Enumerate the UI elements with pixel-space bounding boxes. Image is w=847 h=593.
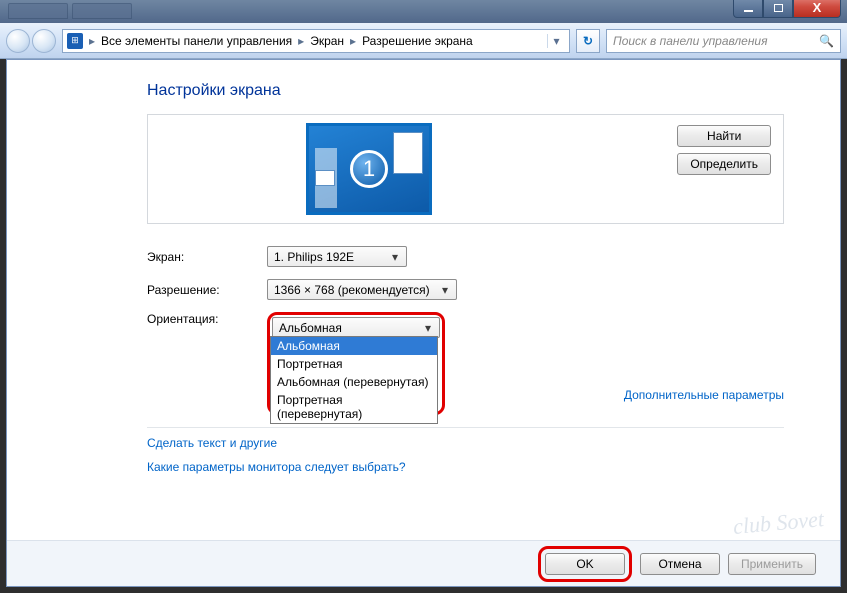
tab-ghost	[72, 3, 132, 19]
links-section: Дополнительные параметры Сделать текст и…	[147, 427, 784, 484]
close-button[interactable]: X	[793, 0, 841, 18]
detect-button[interactable]: Определить	[677, 153, 771, 175]
resolution-value: 1366 × 768 (рекомендуется)	[274, 283, 430, 297]
window-thumb-icon	[393, 132, 423, 174]
cancel-button[interactable]: Отмена	[640, 553, 720, 575]
control-panel-icon: ⊞	[67, 33, 83, 49]
apply-button[interactable]: Применить	[728, 553, 816, 575]
display-preview-panel: 1 Найти Определить	[147, 114, 784, 224]
resolution-label: Разрешение:	[147, 283, 267, 297]
chevron-down-icon: ▾	[388, 250, 402, 264]
dialog-footer: OK Отмена Применить	[7, 540, 840, 586]
ok-button[interactable]: OK	[545, 553, 625, 575]
breadcrumb-screen[interactable]: Экран	[310, 34, 344, 48]
chevron-right-icon: ▸	[87, 34, 97, 48]
address-bar[interactable]: ⊞ ▸ Все элементы панели управления ▸ Экр…	[62, 29, 570, 53]
display-select[interactable]: 1. Philips 192E ▾	[267, 246, 407, 267]
nav-buttons	[6, 29, 56, 53]
window-titlebar	[0, 0, 847, 23]
chevron-right-icon: ▸	[296, 34, 306, 48]
minimize-button[interactable]	[733, 0, 763, 18]
chevron-right-icon: ▸	[348, 34, 358, 48]
breadcrumb-root[interactable]: Все элементы панели управления	[101, 34, 292, 48]
advanced-settings-link[interactable]: Дополнительные параметры	[624, 388, 784, 402]
resolution-select[interactable]: 1366 × 768 (рекомендуется) ▾	[267, 279, 457, 300]
search-input[interactable]: Поиск в панели управления 🔍	[606, 29, 841, 53]
ok-highlight: OK	[538, 546, 632, 582]
orientation-option[interactable]: Портретная (перевернутая)	[271, 391, 437, 423]
orientation-dropdown: Альбомная Портретная Альбомная (переверн…	[270, 336, 438, 424]
search-placeholder: Поиск в панели управления	[613, 34, 768, 48]
orientation-select[interactable]: Альбомная ▾	[272, 317, 440, 338]
orientation-value: Альбомная	[279, 321, 342, 335]
orientation-option[interactable]: Альбомная	[271, 337, 437, 355]
page-body: Настройки экрана 1 Найти Определить Экра…	[6, 59, 841, 587]
window-thumb-icon	[315, 170, 335, 186]
page-title: Настройки экрана	[147, 82, 784, 100]
chevron-down-icon: ▾	[421, 321, 435, 335]
display-value: 1. Philips 192E	[274, 250, 354, 264]
explorer-toolbar: ⊞ ▸ Все элементы панели управления ▸ Экр…	[0, 23, 847, 59]
breadcrumb-resolution[interactable]: Разрешение экрана	[362, 34, 473, 48]
refresh-button[interactable]: ↻	[576, 29, 600, 53]
monitor-number-badge: 1	[350, 150, 388, 188]
orientation-option[interactable]: Альбомная (перевернутая)	[271, 373, 437, 391]
search-icon: 🔍	[819, 34, 834, 48]
window-controls: X	[733, 0, 841, 18]
titlebar-tabs	[8, 3, 132, 19]
monitor-thumbnail[interactable]: 1	[306, 123, 432, 215]
display-label: Экран:	[147, 250, 267, 264]
maximize-button[interactable]	[763, 0, 793, 18]
address-dropdown-icon[interactable]: ▾	[547, 34, 565, 48]
watermark: club Sovet	[732, 506, 825, 540]
orientation-label: Ориентация:	[147, 312, 267, 326]
back-button[interactable]	[6, 29, 30, 53]
text-size-link[interactable]: Сделать текст и другие	[147, 436, 277, 450]
tab-ghost	[8, 3, 68, 19]
find-button[interactable]: Найти	[677, 125, 771, 147]
orientation-option[interactable]: Портретная	[271, 355, 437, 373]
chevron-down-icon: ▾	[438, 283, 452, 297]
forward-button[interactable]	[32, 29, 56, 53]
monitor-help-link[interactable]: Какие параметры монитора следует выбрать…	[147, 460, 406, 474]
